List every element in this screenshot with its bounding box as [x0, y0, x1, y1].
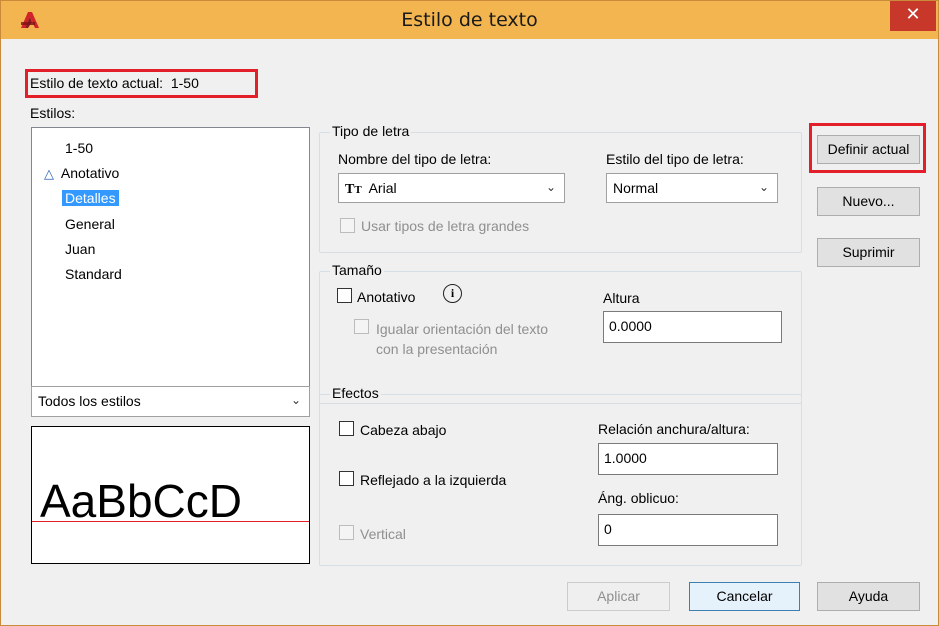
list-item-1-50[interactable]: 1-50: [65, 140, 93, 156]
annotative-checkbox[interactable]: [337, 288, 352, 303]
annotative-scale-icon: △: [44, 166, 54, 181]
chevron-down-icon: ⌄: [290, 393, 301, 407]
list-item-detalles[interactable]: Detalles: [62, 190, 119, 206]
font-name-label: Nombre del tipo de letra:: [338, 151, 492, 167]
styles-label: Estilos:: [30, 105, 76, 121]
info-icon[interactable]: i: [443, 284, 462, 303]
font-style-value: Normal: [613, 180, 659, 196]
list-item-juan[interactable]: Juan: [65, 241, 95, 257]
oblique-angle-input[interactable]: 0: [598, 514, 778, 546]
font-name-dropdown[interactable]: TT Arial ⌄: [338, 173, 565, 203]
style-preview: AaBbCcD: [31, 426, 310, 564]
effects-group-label: Efectos: [330, 385, 381, 401]
use-bigfont-checkbox[interactable]: [340, 218, 355, 233]
list-item-standard[interactable]: Standard: [65, 266, 122, 282]
current-style-label: Estilo de texto actual: 1-50: [30, 75, 199, 91]
apply-button[interactable]: Aplicar: [567, 582, 670, 611]
match-orientation-checkbox[interactable]: [354, 319, 369, 334]
backwards-checkbox[interactable]: [339, 471, 354, 486]
set-current-button[interactable]: Definir actual: [817, 135, 920, 164]
dialog-body: Estilo de texto actual: 1-50 Estilos: 1-…: [9, 39, 930, 619]
current-style-value: 1-50: [170, 75, 199, 91]
height-input[interactable]: 0.0000: [603, 311, 782, 343]
width-factor-input[interactable]: 1.0000: [598, 443, 778, 475]
backwards-label: Reflejado a la izquierda: [360, 472, 507, 488]
vertical-label: Vertical: [360, 526, 406, 542]
preview-sample-text: AaBbCcD: [40, 475, 242, 527]
cancel-button[interactable]: Cancelar: [689, 582, 800, 611]
truetype-font-icon: TT: [345, 182, 362, 197]
font-style-label: Estilo del tipo de letra:: [606, 151, 744, 167]
font-group-label: Tipo de letra: [330, 123, 412, 139]
list-item-anotativo[interactable]: △ Anotativo: [44, 165, 119, 182]
size-group-label: Tamaño: [330, 262, 384, 278]
preview-baseline: [32, 521, 309, 522]
delete-style-button[interactable]: Suprimir: [817, 238, 920, 267]
styles-filter-dropdown[interactable]: Todos los estilos ⌄: [31, 386, 310, 417]
vertical-checkbox[interactable]: [339, 525, 354, 540]
match-orientation-label: Igualar orientación del texto con la pre…: [376, 321, 548, 357]
oblique-angle-value: 0: [604, 521, 612, 537]
new-style-button[interactable]: Nuevo...: [817, 187, 920, 216]
height-value: 0.0000: [609, 318, 652, 334]
styles-filter-value: Todos los estilos: [38, 393, 141, 409]
text-style-dialog: Estilo de texto ✕ Estilo de texto actual…: [0, 0, 939, 626]
upside-down-label: Cabeza abajo: [360, 422, 447, 438]
font-style-dropdown[interactable]: Normal ⌄: [606, 173, 778, 203]
upside-down-checkbox[interactable]: [339, 421, 354, 436]
title-bar[interactable]: Estilo de texto ✕: [1, 1, 938, 39]
styles-list[interactable]: 1-50 △ Anotativo Detalles General Juan S…: [31, 127, 310, 402]
use-bigfont-label: Usar tipos de letra grandes: [361, 218, 530, 234]
close-icon: ✕: [905, 4, 921, 25]
annotative-label: Anotativo: [357, 289, 416, 305]
close-button[interactable]: ✕: [890, 1, 936, 31]
font-name-value: Arial: [368, 180, 397, 196]
oblique-angle-label: Áng. oblicuo:: [598, 490, 679, 506]
help-button[interactable]: Ayuda: [817, 582, 920, 611]
width-factor-label: Relación anchura/altura:: [598, 421, 750, 437]
chevron-down-icon: ⌄: [758, 180, 769, 194]
width-factor-value: 1.0000: [604, 450, 647, 466]
height-label: Altura: [603, 290, 640, 306]
list-item-general[interactable]: General: [65, 216, 115, 232]
window-title: Estilo de texto: [401, 9, 538, 31]
chevron-down-icon: ⌄: [545, 180, 556, 194]
